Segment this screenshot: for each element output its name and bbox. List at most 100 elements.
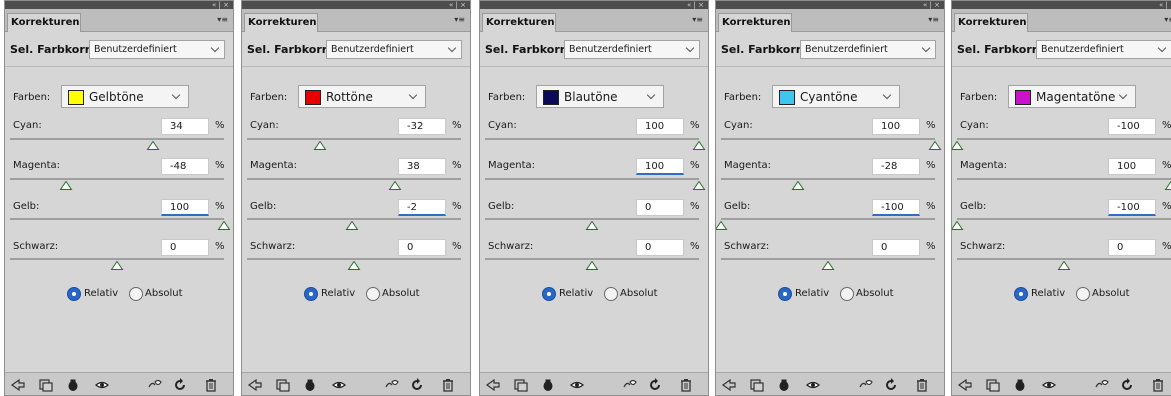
radio-absolut-label[interactable]: Absolut [145,288,183,299]
clip-layer-icon[interactable] [541,378,555,392]
colors-dropdown[interactable]: Cyantöne [772,85,900,108]
slider-track[interactable] [10,218,224,220]
colors-dropdown[interactable]: Gelbtöne [61,85,189,108]
radio-relativ[interactable] [542,287,556,301]
channel-value-input[interactable]: 0 [636,199,684,216]
trash-icon[interactable] [205,378,219,392]
radio-absolut[interactable] [604,287,618,301]
channel-value-input[interactable]: -32 [398,118,446,135]
channel-value-input[interactable]: 100 [636,118,684,135]
collapse-close-controls[interactable]: « | × [1159,1,1171,9]
radio-absolut[interactable] [840,287,854,301]
channel-value-input[interactable]: 34 [161,118,209,135]
previous-state-icon[interactable] [146,378,162,392]
slider-track[interactable] [957,178,1171,180]
channel-value-input[interactable]: 100 [161,199,209,216]
radio-relativ[interactable] [778,287,792,301]
mask-icon[interactable] [749,378,764,392]
clip-layer-icon[interactable] [1013,378,1027,392]
tab-korrekturen[interactable]: Korrekturen [7,13,81,32]
slider-track[interactable] [247,138,461,140]
mask-icon[interactable] [275,378,290,392]
previous-state-icon[interactable] [1093,378,1109,392]
slider-track[interactable] [957,218,1171,220]
collapse-close-controls[interactable]: « | × [449,1,466,9]
slider-track[interactable] [10,258,224,260]
slider-track[interactable] [247,218,461,220]
channel-value-input[interactable]: -2 [398,199,446,216]
channel-value-input[interactable]: -100 [1108,118,1156,135]
colors-dropdown[interactable]: Rottöne [298,85,426,108]
previous-state-icon[interactable] [621,378,637,392]
radio-absolut[interactable] [1076,287,1090,301]
tab-korrekturen[interactable]: Korrekturen [244,13,318,32]
slider-track[interactable] [485,218,699,220]
colors-dropdown[interactable]: Magentatöne [1008,85,1136,108]
radio-absolut-label[interactable]: Absolut [856,288,894,299]
radio-relativ-label[interactable]: Relativ [84,288,118,299]
reveal-arrow-icon[interactable] [485,378,500,392]
preset-dropdown[interactable]: Benutzerdefiniert [800,40,936,59]
reset-arrow-icon[interactable] [884,378,898,392]
reset-arrow-icon[interactable] [1120,378,1134,392]
eye-icon[interactable] [94,378,109,392]
panel-menu-icon[interactable]: ▾≡ [928,15,939,25]
slider-track[interactable] [721,258,935,260]
preset-dropdown[interactable]: Benutzerdefiniert [326,40,462,59]
eye-icon[interactable] [1041,378,1056,392]
trash-icon[interactable] [916,378,930,392]
previous-state-icon[interactable] [857,378,873,392]
channel-value-input[interactable]: -28 [872,158,920,175]
slider-track[interactable] [957,258,1171,260]
colors-dropdown[interactable]: Blautöne [536,85,664,108]
panel-menu-icon[interactable]: ▾≡ [454,15,465,25]
tab-korrekturen[interactable]: Korrekturen [954,13,1028,32]
trash-icon[interactable] [442,378,456,392]
channel-value-input[interactable]: -48 [161,158,209,175]
slider-track[interactable] [247,178,461,180]
channel-value-input[interactable]: -100 [1108,199,1156,216]
trash-icon[interactable] [680,378,694,392]
slider-track[interactable] [10,178,224,180]
reveal-arrow-icon[interactable] [10,378,25,392]
eye-icon[interactable] [569,378,584,392]
panel-menu-icon[interactable]: ▾≡ [692,15,703,25]
radio-relativ-label[interactable]: Relativ [795,288,829,299]
slider-track[interactable] [957,138,1171,140]
slider-track[interactable] [721,178,935,180]
reset-arrow-icon[interactable] [410,378,424,392]
mask-icon[interactable] [985,378,1000,392]
channel-value-input[interactable]: 100 [636,158,684,175]
radio-relativ[interactable] [67,287,81,301]
clip-layer-icon[interactable] [303,378,317,392]
radio-absolut[interactable] [366,287,380,301]
slider-track[interactable] [721,218,935,220]
slider-track[interactable] [247,258,461,260]
eye-icon[interactable] [331,378,346,392]
collapse-close-controls[interactable]: « | × [687,1,704,9]
tab-korrekturen[interactable]: Korrekturen [482,13,556,32]
preset-dropdown[interactable]: Benutzerdefiniert [564,40,700,59]
radio-absolut[interactable] [129,287,143,301]
channel-value-input[interactable]: 0 [1108,239,1156,256]
clip-layer-icon[interactable] [777,378,791,392]
mask-icon[interactable] [513,378,528,392]
clip-layer-icon[interactable] [66,378,80,392]
channel-value-input[interactable]: 0 [398,239,446,256]
collapse-close-controls[interactable]: « | × [212,1,229,9]
channel-value-input[interactable]: -100 [872,199,920,216]
collapse-close-controls[interactable]: « | × [923,1,940,9]
panel-menu-icon[interactable]: ▾≡ [217,15,228,25]
channel-value-input[interactable]: 100 [1108,158,1156,175]
radio-relativ-label[interactable]: Relativ [559,288,593,299]
reveal-arrow-icon[interactable] [247,378,262,392]
radio-absolut-label[interactable]: Absolut [382,288,420,299]
channel-value-input[interactable]: 100 [872,118,920,135]
radio-relativ-label[interactable]: Relativ [321,288,355,299]
panel-menu-icon[interactable]: ▾≡ [1164,15,1171,25]
mask-icon[interactable] [38,378,53,392]
trash-icon[interactable] [1152,378,1166,392]
radio-absolut-label[interactable]: Absolut [1092,288,1130,299]
radio-relativ-label[interactable]: Relativ [1031,288,1065,299]
radio-relativ[interactable] [1014,287,1028,301]
